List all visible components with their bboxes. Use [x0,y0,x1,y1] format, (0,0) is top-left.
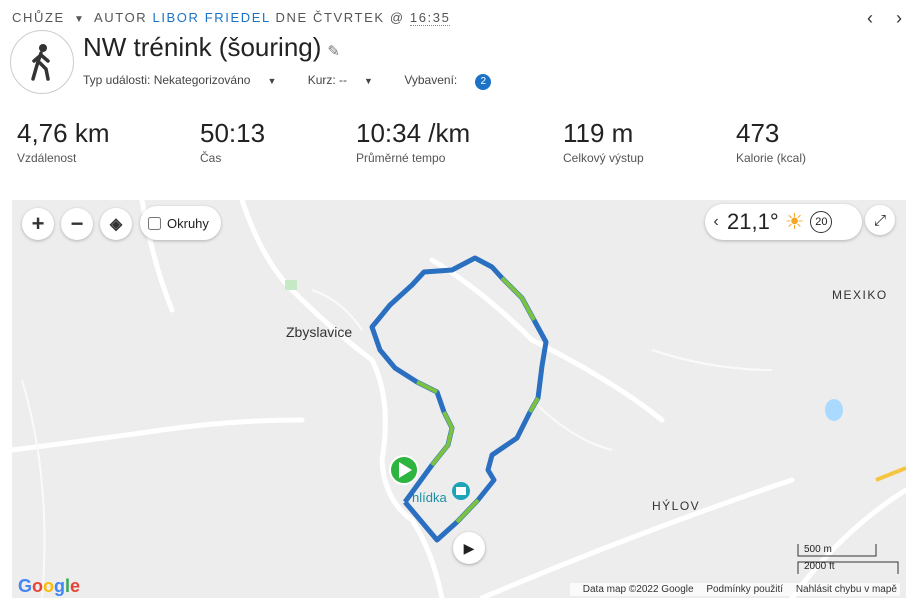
stat-value: 119 m [563,118,634,148]
gear-count-badge: 2 [475,74,492,90]
map-label-poi: hlídka [412,490,447,505]
activity-title[interactable]: NW trénink (šouring) [83,32,321,62]
stat-pace: 10:34 /km Průměrné tempo [356,118,470,165]
play-route-button[interactable]: ▶ [453,532,485,564]
day-prefix: DNE ČTVRTEK @ [275,10,405,25]
map-label-town: Zbyslavice [286,324,353,340]
scale-meters: 500 m [804,544,832,555]
course-label: Kurz: -- [307,73,348,87]
wind-speed: 20 [810,211,833,233]
event-type-dropdown[interactable]: Typ události: Nekategorizováno ▼ [83,73,290,87]
author-link[interactable]: LIBOR FRIEDEL [152,10,270,25]
activity-type-dropdown-icon[interactable]: ▼ [74,14,86,25]
laps-label: Okruhy [167,215,209,231]
stat-time: 50:13 Čas [200,118,265,165]
chevron-down-icon: ▼ [364,76,373,86]
stat-value: 10:34 /km [356,118,471,148]
stat-value: 50:13 [200,118,266,148]
activity-type[interactable]: CHŮZE [12,10,65,25]
stat-label: Kalorie (kcal) [736,151,807,165]
activity-time: 16:35 [409,10,451,26]
chevron-down-icon: ▼ [267,76,277,86]
edit-pencil-icon[interactable]: ✎ [327,43,340,60]
temperature: 21,1° [727,209,779,234]
page-title: NW trénink (šouring) ✎ [83,32,340,63]
map-label-mexiko: MEXIKO [832,288,888,302]
chevron-left-icon[interactable]: ‹ [705,213,727,231]
gear-link[interactable]: Vybavení: 2 [404,73,505,90]
scale-bar: 500 m 2000 ft [798,540,835,572]
activity-navigation: ‹ › [858,8,911,29]
activity-breadcrumb: CHŮZE ▼ AUTOR LIBOR FRIEDEL DNE ČTVRTEK … [12,10,451,26]
stat-ascent: 119 m Celkový výstup [563,118,644,165]
weather-widget: ‹ 21,1° ☀ 20 [705,204,862,240]
fullscreen-icon[interactable]: ⤢ [865,205,895,235]
stat-label: Průměrné tempo [356,151,446,165]
stat-value: 4,76 km [17,118,110,148]
activity-map[interactable]: + − ◈ Okruhy ‹ 21,1° ☀ 20 ⤢ Zbyslavice M… [12,200,906,598]
map-label-hylov: HÝLOV [652,499,701,513]
walking-icon [10,30,74,94]
map-attribution: Data map ©2022 Google Podmínky použití N… [569,583,900,596]
laps-toggle[interactable]: Okruhy [140,206,221,240]
stat-label: Vzdálenost [17,151,77,165]
report-error-link[interactable]: Nahlásit chybu v mapě [796,584,897,595]
stat-label: Celkový výstup [563,151,644,165]
activity-meta: Typ události: Nekategorizováno ▼ Kurz: --… [83,73,519,90]
author-prefix: AUTOR [94,10,148,25]
stat-distance: 4,76 km Vzdálenost [17,118,110,165]
course-dropdown[interactable]: Kurz: -- ▼ [308,73,387,87]
terms-link[interactable]: Podmínky použití [706,584,783,595]
scale-feet: 2000 ft [804,561,835,572]
next-activity-icon[interactable]: › [887,8,911,29]
previous-activity-icon[interactable]: ‹ [858,8,882,29]
zoom-in-button[interactable]: + [22,208,54,240]
google-logo: Google [18,576,81,596]
stat-calories: 473 Kalorie (kcal) [736,118,806,165]
sun-icon: ☀ [784,209,805,234]
event-type-label: Typ události: Nekategorizováno [83,73,251,87]
layers-icon[interactable]: ◈ [100,208,132,240]
laps-checkbox[interactable] [148,216,161,230]
zoom-out-button[interactable]: − [61,208,93,240]
gear-label: Vybavení: [404,73,458,87]
stat-value: 473 [736,118,780,148]
map-data-credit: Data map ©2022 Google [582,584,694,595]
stat-label: Čas [200,151,222,165]
